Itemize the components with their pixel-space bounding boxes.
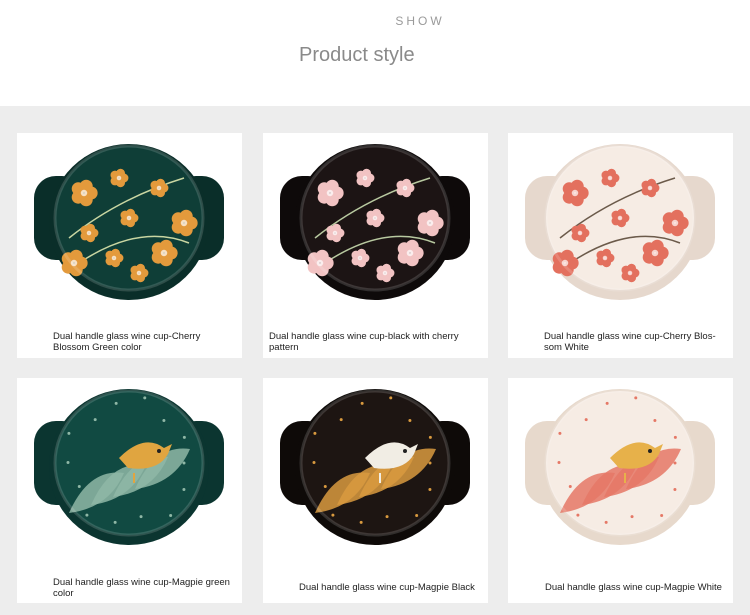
product-name: Dual handle glass wine cup-Magpie Black — [299, 582, 475, 593]
product-card-cherry-green[interactable]: Dual handle glass wine cup-Cherry Blosso… — [17, 133, 242, 358]
product-card-cherry-white[interactable]: Dual handle glass wine cup-Cherry Blos-s… — [508, 133, 733, 358]
product-card-magpie-black[interactable]: Dual handle glass wine cup-Magpie Black — [263, 378, 488, 603]
bowl-image — [280, 144, 470, 300]
section-eyebrow: SHOW — [395, 14, 445, 28]
product-name: Dual handle glass wine cup-Magpie green … — [53, 577, 230, 599]
bowl-image — [280, 389, 470, 545]
section-header: SHOW Product style — [0, 0, 750, 106]
product-name: Dual handle glass wine cup-black with ch… — [269, 331, 459, 353]
section-title: Product style — [299, 44, 415, 66]
product-card-cherry-black[interactable]: Dual handle glass wine cup-black with ch… — [263, 133, 488, 358]
product-name: Dual handle glass wine cup-Cherry Blosso… — [53, 331, 201, 353]
product-name: Dual handle glass wine cup-Cherry Blos-s… — [544, 331, 716, 353]
bowl-image — [525, 389, 715, 545]
bowl-image — [34, 389, 224, 545]
product-card-magpie-white[interactable]: Dual handle glass wine cup-Magpie White — [508, 378, 733, 603]
product-name: Dual handle glass wine cup-Magpie White — [545, 582, 722, 593]
product-card-magpie-green[interactable]: Dual handle glass wine cup-Magpie green … — [17, 378, 242, 603]
bowl-image — [34, 144, 224, 300]
bowl-image — [525, 144, 715, 300]
